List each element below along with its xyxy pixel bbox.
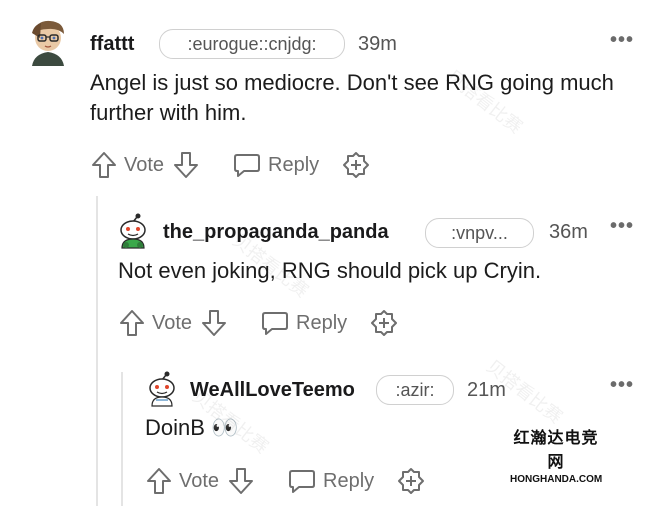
vote-label: Vote xyxy=(179,469,220,492)
timestamp[interactable]: 36m xyxy=(549,221,588,244)
username[interactable]: the_propaganda_panda xyxy=(163,221,389,244)
comment-body: Not even joking, RNG should pick up Cryi… xyxy=(118,258,542,283)
downvote-arrow-icon xyxy=(202,310,227,336)
watermark-cn-text: 红瀚达电竞网 xyxy=(513,430,599,471)
comment-actions: Vote Reply xyxy=(90,150,371,180)
reply-bubble-icon xyxy=(262,312,289,335)
award-icon xyxy=(371,310,398,336)
watermark-domain-text: HONGHANDA.COM xyxy=(510,474,603,485)
downvote-button[interactable] xyxy=(227,466,255,496)
downvote-button[interactable] xyxy=(200,308,228,338)
downvote-button[interactable] xyxy=(172,150,200,180)
timestamp[interactable]: 39m xyxy=(358,33,397,56)
downvote-arrow-icon xyxy=(174,152,199,178)
downvote-arrow-icon xyxy=(229,468,254,494)
comment-body: Angel is just so mediocre. Don't see RNG… xyxy=(90,70,614,125)
more-options-icon[interactable]: ••• xyxy=(610,215,634,238)
thread-line-level-1[interactable] xyxy=(96,196,98,506)
reply-button[interactable]: Reply xyxy=(287,467,374,495)
avatar[interactable] xyxy=(145,370,179,408)
upvote-button[interactable] xyxy=(118,308,146,338)
avatar-image xyxy=(32,20,64,66)
comment-actions: Vote Reply xyxy=(145,466,426,496)
snoo-avatar-image xyxy=(149,371,175,407)
user-flair: :azir: xyxy=(376,375,454,405)
vote-label: Vote xyxy=(152,311,193,334)
thread-line-level-2[interactable] xyxy=(121,372,123,506)
upvote-arrow-icon xyxy=(92,152,116,178)
avatar[interactable] xyxy=(116,212,150,250)
username[interactable]: ffattt xyxy=(90,33,134,56)
award-button[interactable] xyxy=(369,308,399,338)
reply-label: Reply xyxy=(268,153,320,176)
reply-label: Reply xyxy=(323,469,375,492)
upvote-button[interactable] xyxy=(145,466,173,496)
reply-label: Reply xyxy=(296,311,348,334)
reply-button[interactable]: Reply xyxy=(260,309,347,337)
vote-label: Vote xyxy=(124,153,165,176)
snoo-avatar-image xyxy=(120,213,146,249)
reply-bubble-icon xyxy=(289,470,316,493)
reply-bubble-icon xyxy=(234,154,261,177)
avatar[interactable] xyxy=(24,16,72,68)
upvote-arrow-icon xyxy=(147,468,171,494)
more-options-icon[interactable]: ••• xyxy=(610,29,634,52)
award-button[interactable] xyxy=(341,150,371,180)
upvote-arrow-icon xyxy=(120,310,144,336)
award-icon xyxy=(343,152,370,178)
comment-actions: Vote Reply xyxy=(118,308,399,338)
site-watermark: 红瀚达电竞网 HONGHANDA.COM xyxy=(510,424,602,485)
award-icon xyxy=(398,468,425,494)
award-button[interactable] xyxy=(396,466,426,496)
reply-button[interactable]: Reply xyxy=(232,151,319,179)
user-flair: :vnpv... xyxy=(425,218,534,248)
user-flair: :eurogue::cnjdg: xyxy=(159,29,345,59)
comment-body: DoinB 👀 xyxy=(145,415,239,440)
more-options-icon[interactable]: ••• xyxy=(610,374,634,397)
upvote-button[interactable] xyxy=(90,150,118,180)
